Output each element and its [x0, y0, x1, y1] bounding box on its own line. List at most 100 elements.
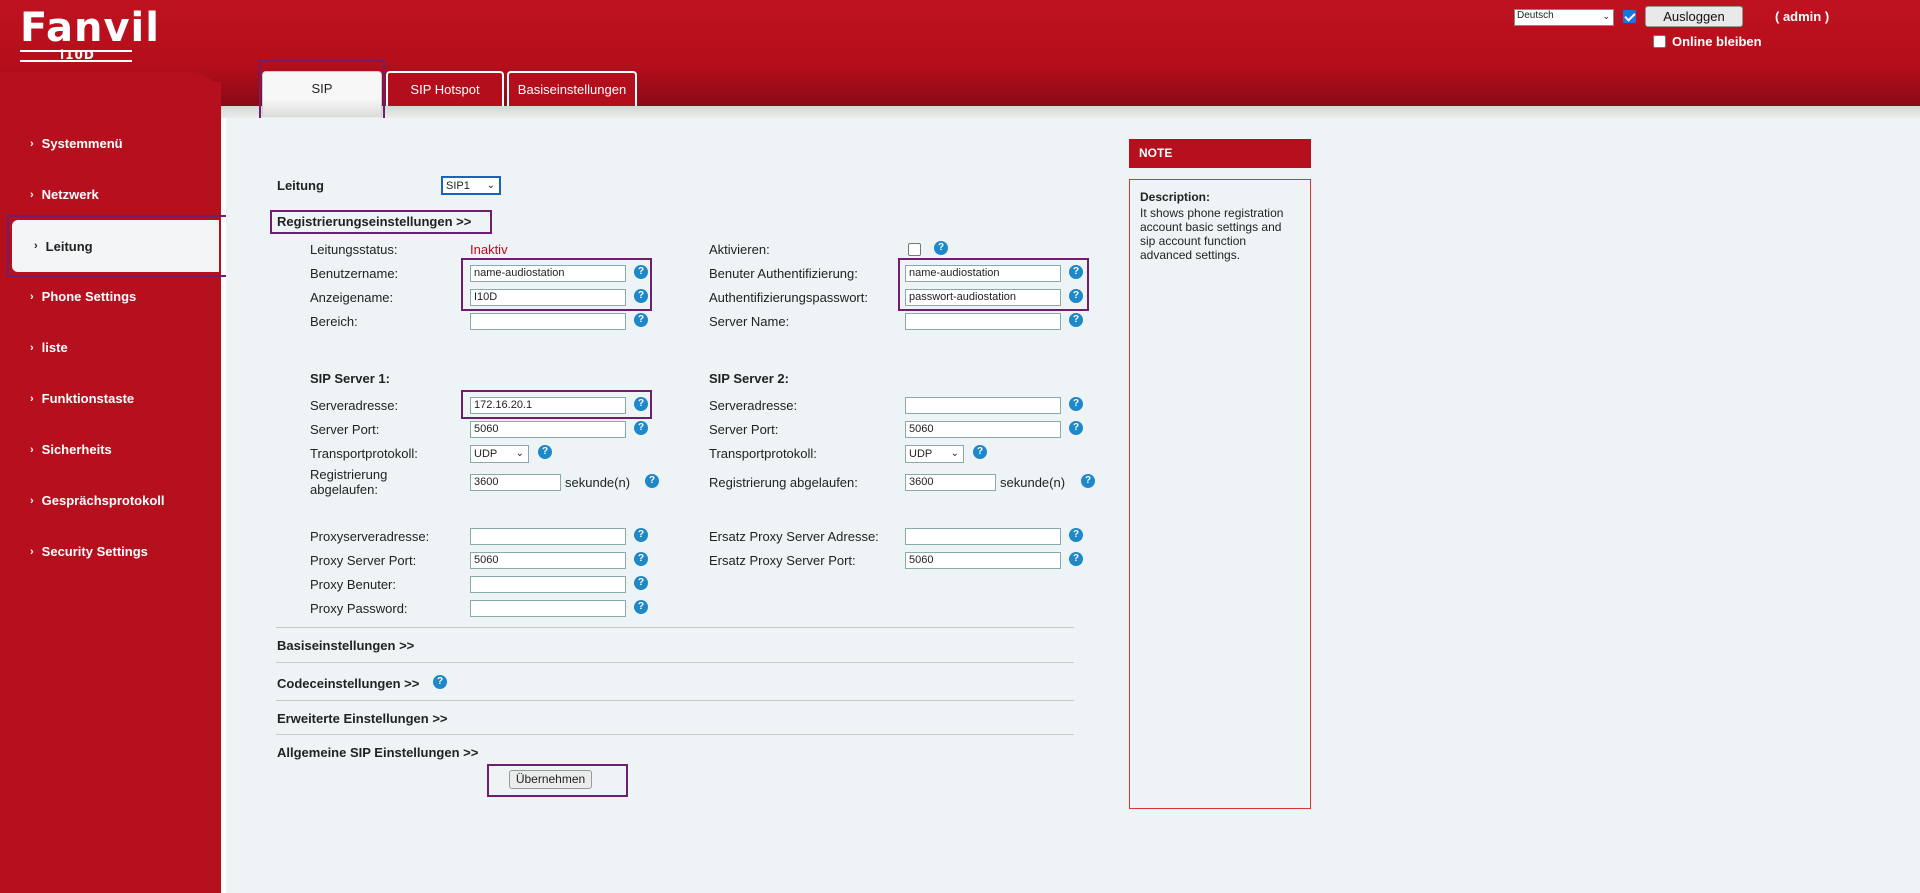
logo-model: i10D [60, 48, 95, 62]
username-input[interactable]: name-audiostation [470, 265, 626, 282]
help-icon[interactable]: ? [634, 313, 648, 327]
header-checkbox[interactable] [1623, 10, 1636, 23]
proxy-port-input[interactable]: 5060 [470, 552, 626, 569]
help-icon[interactable]: ? [634, 289, 648, 303]
server1-transport-select[interactable]: UDP ⌄ [470, 445, 529, 463]
admin-label: ( admin ) [1775, 9, 1830, 24]
help-icon[interactable]: ? [634, 600, 648, 614]
help-icon[interactable]: ? [634, 528, 648, 542]
help-icon[interactable]: ? [1069, 265, 1083, 279]
sidebar-body [0, 82, 221, 893]
help-icon[interactable]: ? [1069, 397, 1083, 411]
fanvil-logo: Fanvil i10D [20, 5, 160, 62]
help-icon[interactable]: ? [634, 265, 648, 279]
tab-sip-hotspot-label: SIP Hotspot [410, 82, 480, 97]
basic-settings-link[interactable]: Basiseinstellungen >> [277, 638, 414, 653]
chevron-down-icon: ⌄ [950, 448, 959, 459]
server1-transport-value: UDP [474, 448, 498, 460]
help-icon[interactable]: ? [645, 474, 659, 488]
help-icon[interactable]: ? [433, 675, 447, 689]
codec-settings-link[interactable]: Codeceinstellungen >> [277, 676, 419, 691]
line-select[interactable]: SIP1 ⌄ [441, 176, 501, 195]
language-select[interactable]: Deutsch ⌄ [1514, 9, 1614, 26]
help-icon[interactable]: ? [1069, 289, 1083, 303]
sidebar-item-liste[interactable]: › liste [30, 340, 68, 355]
proxy-password-input[interactable] [470, 600, 626, 617]
help-icon[interactable]: ? [1069, 421, 1083, 435]
help-icon[interactable]: ? [973, 445, 987, 459]
server2-port-input[interactable]: 5060 [905, 421, 1061, 438]
proxy-user-input[interactable] [470, 576, 626, 593]
note-header: NOTE [1129, 139, 1311, 168]
help-icon[interactable]: ? [634, 576, 648, 590]
auth-user-input[interactable]: name-audiostation [905, 265, 1061, 282]
sidebar-item-funktionstaste[interactable]: › Funktionstaste [30, 391, 134, 406]
server2-transport-select[interactable]: UDP ⌄ [905, 445, 964, 463]
logout-button[interactable]: Ausloggen [1645, 6, 1743, 27]
server1-reg-exp-input[interactable]: 3600 [470, 474, 561, 491]
server2-reg-exp-label: Registrierung abgelaufen: [709, 475, 858, 490]
sidebar-item-netzwerk[interactable]: › Netzwerk [30, 187, 99, 202]
registration-settings-link[interactable]: Registrierungseinstellungen >> [277, 214, 471, 229]
advanced-settings-link[interactable]: Erweiterte Einstellungen >> [277, 711, 448, 726]
chevron-right-icon: › [30, 494, 34, 507]
sidebar-item-label: Gesprächsprotokoll [41, 493, 165, 508]
tab-sip[interactable]: SIP [262, 71, 382, 117]
help-icon[interactable]: ? [934, 241, 948, 255]
proxy-user-label: Proxy Benuter: [310, 577, 396, 592]
server1-port-input[interactable]: 5060 [470, 421, 626, 438]
stay-online-label: Online bleiben [1672, 34, 1762, 49]
help-icon[interactable]: ? [1081, 474, 1095, 488]
sidebar-item-gespraechsprotokoll[interactable]: › Gesprächsprotokoll [30, 493, 164, 508]
help-icon[interactable]: ? [634, 421, 648, 435]
help-icon[interactable]: ? [634, 552, 648, 566]
server1-transport-label: Transportprotokoll: [310, 446, 418, 461]
server1-reg-exp-label: Registrierung abgelaufen: [310, 467, 387, 497]
server2-transport-value: UDP [909, 448, 933, 460]
server2-seconds-label: sekunde(n) [1000, 475, 1066, 490]
server1-reg-exp-label-line1: Registrierung [310, 467, 388, 482]
status-label: Leitungsstatus: [310, 242, 398, 257]
sidebar-item-phone-settings[interactable]: › Phone Settings [30, 289, 136, 304]
display-name-input[interactable]: I10D [470, 289, 626, 306]
server2-address-label: Serveradresse: [709, 398, 798, 413]
general-sip-settings-link[interactable]: Allgemeine SIP Einstellungen >> [277, 745, 478, 760]
proxy-port-label: Proxy Server Port: [310, 553, 417, 568]
server1-address-input[interactable]: 172.16.20.1 [470, 397, 626, 414]
help-icon[interactable]: ? [1069, 313, 1083, 327]
server-name-input[interactable] [905, 313, 1061, 330]
sip-server1-title: SIP Server 1: [310, 371, 390, 386]
stay-online-option[interactable]: Online bleiben [1653, 34, 1762, 49]
sidebar-item-systemmenu[interactable]: › Systemmenü [30, 136, 123, 151]
auth-pass-input[interactable]: passwort-audiostation [905, 289, 1061, 306]
server1-port-label: Server Port: [310, 422, 380, 437]
help-icon[interactable]: ? [1069, 528, 1083, 542]
line-select-value: SIP1 [446, 180, 470, 192]
apply-button[interactable]: Übernehmen [509, 770, 592, 789]
chevron-down-icon: ⌄ [486, 180, 495, 191]
note-description-title: Description: [1140, 190, 1211, 204]
note-description-text: It shows phone registration account basi… [1140, 206, 1284, 262]
sidebar-item-leitung[interactable]: › Leitung [12, 220, 219, 272]
tab-basiseinstellungen-label: Basiseinstellungen [517, 82, 627, 97]
chevron-right-icon: › [30, 545, 34, 558]
display-name-label: Anzeigename: [310, 290, 394, 305]
server2-reg-exp-input[interactable]: 3600 [905, 474, 996, 491]
stay-online-checkbox[interactable] [1653, 35, 1666, 48]
backup-proxy-port-input[interactable]: 5060 [905, 552, 1061, 569]
help-icon[interactable]: ? [634, 397, 648, 411]
logo-brand: Fanvil [20, 5, 160, 51]
server2-address-input[interactable] [905, 397, 1061, 414]
backup-proxy-address-label: Ersatz Proxy Server Adresse: [709, 529, 879, 544]
chevron-right-icon: › [30, 137, 34, 150]
sidebar-item-security-settings[interactable]: › Security Settings [30, 544, 148, 559]
realm-input[interactable] [470, 313, 626, 330]
backup-proxy-address-input[interactable] [905, 528, 1061, 545]
sidebar-item-sicherheits[interactable]: › Sicherheits [30, 442, 112, 457]
activate-checkbox[interactable] [908, 243, 921, 256]
tab-sip-hotspot[interactable]: SIP Hotspot [386, 71, 504, 106]
help-icon[interactable]: ? [1069, 552, 1083, 566]
tab-basiseinstellungen[interactable]: Basiseinstellungen [507, 71, 637, 106]
proxy-address-input[interactable] [470, 528, 626, 545]
help-icon[interactable]: ? [538, 445, 552, 459]
